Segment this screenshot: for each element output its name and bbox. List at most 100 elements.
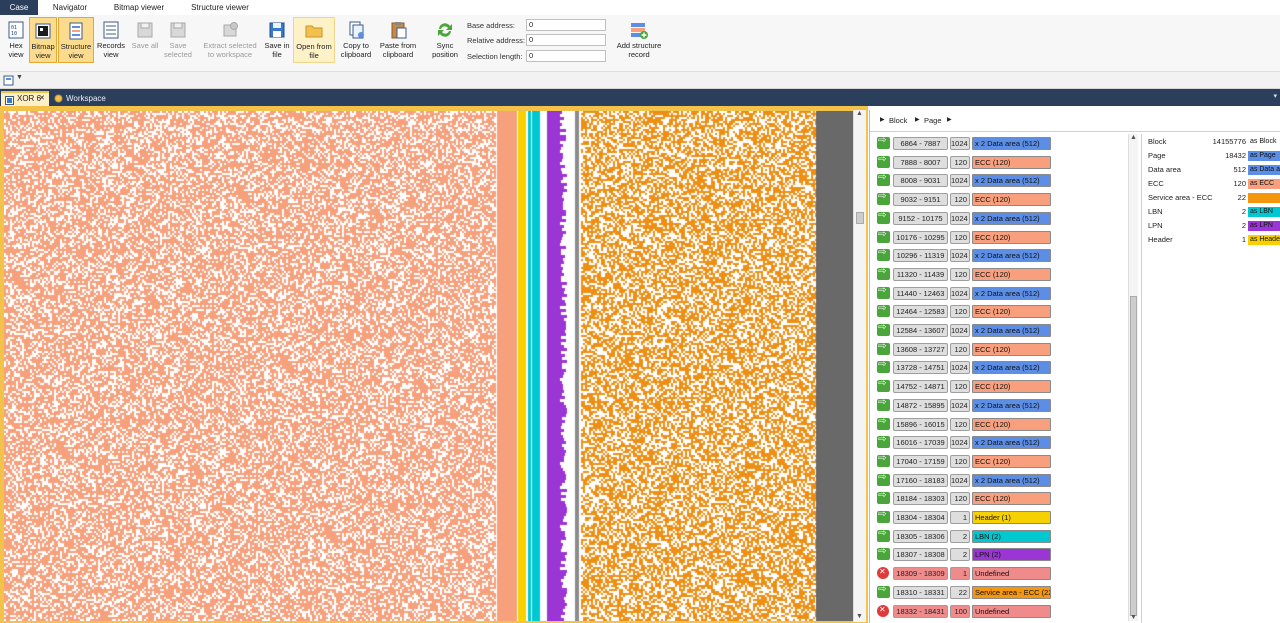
go-to-record-icon[interactable] — [877, 191, 890, 206]
record-type-tag[interactable]: ECC (120) — [972, 342, 1051, 356]
go-to-record-icon[interactable] — [877, 341, 890, 355]
record-type-tag[interactable]: x 2 Data area (512) — [972, 137, 1051, 150]
go-to-record-icon[interactable] — [877, 154, 890, 168]
tab-navigator[interactable]: Navigator — [44, 0, 96, 15]
go-to-record-icon[interactable] — [877, 359, 890, 374]
copy-clipboard-button[interactable]: Copy to clipboard — [337, 17, 375, 63]
property-as-type[interactable]: as ECC — [1248, 179, 1280, 189]
bitmap-scroll-thumb[interactable] — [856, 212, 864, 224]
record-type-tag[interactable]: ECC (120) — [972, 417, 1051, 431]
go-to-record-icon[interactable] — [877, 453, 890, 467]
record-type-tag[interactable]: Header (1) — [972, 511, 1051, 524]
record-type-tag[interactable]: ECC (120) — [972, 380, 1051, 394]
open-from-file-button[interactable]: Open from file — [293, 17, 335, 63]
go-to-record-icon[interactable] — [877, 266, 890, 280]
scroll-down-icon[interactable]: ▼ — [856, 613, 863, 620]
go-to-record-icon[interactable] — [877, 378, 890, 393]
error-status-icon[interactable] — [877, 567, 889, 580]
go-to-record-icon[interactable] — [877, 172, 890, 187]
go-to-record-icon[interactable] — [877, 322, 890, 336]
bitmap-view-button[interactable]: Bitmap view — [29, 17, 57, 63]
record-type-tag[interactable]: Service area - ECC (22) — [972, 585, 1051, 599]
property-as-type[interactable]: as Block — [1248, 137, 1280, 147]
breadcrumb-page[interactable]: Page — [924, 116, 942, 125]
record-type-tag[interactable]: ECC (120) — [972, 267, 1051, 281]
save-selected-button[interactable]: Save selected — [161, 17, 195, 63]
bitmap-canvas[interactable] — [4, 111, 853, 621]
go-to-record-icon[interactable] — [877, 303, 890, 318]
property-as-type[interactable]: as Page — [1248, 151, 1280, 161]
record-type-tag[interactable]: x 2 Data area (512) — [972, 324, 1051, 337]
record-type-tag[interactable]: LPN (2) — [972, 548, 1051, 562]
go-to-record-icon[interactable] — [877, 416, 890, 430]
scroll-up-icon[interactable]: ▲ — [856, 110, 863, 117]
go-to-record-icon[interactable] — [877, 584, 890, 598]
record-type-tag[interactable]: ECC (120) — [972, 230, 1051, 244]
record-type-tag[interactable]: x 2 Data area (512) — [972, 286, 1051, 300]
base-address-input[interactable]: 0 — [526, 19, 606, 31]
go-to-record-icon[interactable] — [877, 229, 890, 243]
paste-clipboard-button[interactable]: Paste from clipboard — [377, 17, 419, 63]
record-type-tag[interactable]: x 2 Data area (512) — [972, 398, 1051, 412]
record-type-tag[interactable]: x 2 Data area (512) — [972, 473, 1051, 487]
doc-tab-xor6[interactable]: XOR 6 ✕ — [1, 91, 49, 106]
go-to-record-icon[interactable] — [877, 285, 890, 299]
record-type-tag[interactable]: Undefined — [972, 604, 1051, 618]
tab-bitmap-viewer[interactable]: Bitmap viewer — [106, 0, 172, 15]
property-name: LBN — [1148, 207, 1163, 216]
property-as-type[interactable]: as LBN — [1248, 207, 1280, 217]
record-type-tag[interactable]: x 2 Data area (512) — [972, 361, 1051, 375]
tab-structure-viewer[interactable]: Structure viewer — [182, 0, 258, 15]
selection-length-input[interactable]: 0 — [526, 50, 606, 62]
doc-tab-workspace[interactable]: Workspace — [50, 91, 110, 106]
bitmap-scrollbar[interactable]: ▲ ▼ — [853, 110, 866, 622]
record-type-tag[interactable]: ECC (120) — [972, 305, 1051, 319]
hex-view-button[interactable]: 01 10 Hex view — [3, 17, 29, 63]
property-as-type[interactable]: as Data area — [1248, 165, 1280, 175]
go-to-record-icon[interactable] — [877, 546, 890, 561]
record-type-tag[interactable]: x 2 Data area (512) — [972, 174, 1051, 188]
record-type-tag[interactable]: ECC (120) — [972, 454, 1051, 468]
tab-case[interactable]: Case — [0, 0, 38, 15]
bitmap-view-icon — [35, 23, 51, 39]
record-type-tag[interactable]: x 2 Data area (512) — [972, 211, 1051, 225]
record-type-tag[interactable]: ECC (120) — [972, 492, 1051, 506]
property-as-type[interactable] — [1248, 193, 1280, 203]
go-to-record-icon[interactable] — [877, 397, 890, 411]
property-as-type[interactable]: as Header — [1248, 235, 1280, 245]
workspace-view-icon[interactable] — [3, 75, 14, 86]
records-view-button[interactable]: Records view — [95, 17, 127, 63]
go-to-record-icon[interactable] — [877, 210, 890, 224]
record-type-tag[interactable]: LBN (2) — [972, 529, 1051, 543]
record-type-tag[interactable]: ECC (120) — [972, 155, 1051, 169]
tab-menu-icon[interactable]: ▾ — [1273, 92, 1277, 100]
record-list-scroll-thumb[interactable] — [1130, 296, 1137, 616]
scroll-up-icon[interactable]: ▲ — [1130, 134, 1137, 141]
record-type-tag[interactable]: Undefined — [972, 567, 1051, 581]
property-as-type[interactable]: as LPN — [1248, 221, 1280, 231]
add-structure-record-button[interactable]: Add structure record — [612, 17, 666, 63]
go-to-record-icon[interactable] — [877, 135, 890, 149]
relative-address-input[interactable]: 0 — [526, 34, 606, 46]
scroll-down-icon[interactable]: ▼ — [1130, 614, 1137, 621]
go-to-record-icon[interactable] — [877, 509, 890, 523]
record-type-tag[interactable]: x 2 Data area (512) — [972, 249, 1051, 263]
go-to-record-icon[interactable] — [877, 247, 890, 262]
record-type-tag[interactable]: x 2 Data area (512) — [972, 436, 1051, 450]
sync-position-button[interactable]: Sync position — [428, 17, 462, 63]
record-list-scrollbar[interactable]: ▲ ▼ — [1128, 134, 1138, 621]
close-tab-icon[interactable]: ✕ — [39, 93, 45, 105]
save-in-file-button[interactable]: Save in file — [262, 17, 292, 63]
error-status-icon[interactable] — [877, 604, 889, 617]
extract-selected-button[interactable]: Extract selected to workspace — [200, 17, 260, 63]
go-to-record-icon[interactable] — [877, 434, 890, 449]
record-type-tag[interactable]: ECC (120) — [972, 193, 1051, 207]
paste-icon — [391, 22, 407, 39]
save-all-button[interactable]: Save all — [131, 17, 159, 63]
go-to-record-icon[interactable] — [877, 472, 890, 486]
go-to-record-icon[interactable] — [877, 490, 890, 505]
go-to-record-icon[interactable] — [877, 528, 890, 542]
breadcrumb-block[interactable]: Block — [889, 116, 907, 125]
dropdown-arrow-icon[interactable]: ▼ — [16, 74, 23, 81]
structure-view-button[interactable]: Structure view — [58, 17, 94, 63]
